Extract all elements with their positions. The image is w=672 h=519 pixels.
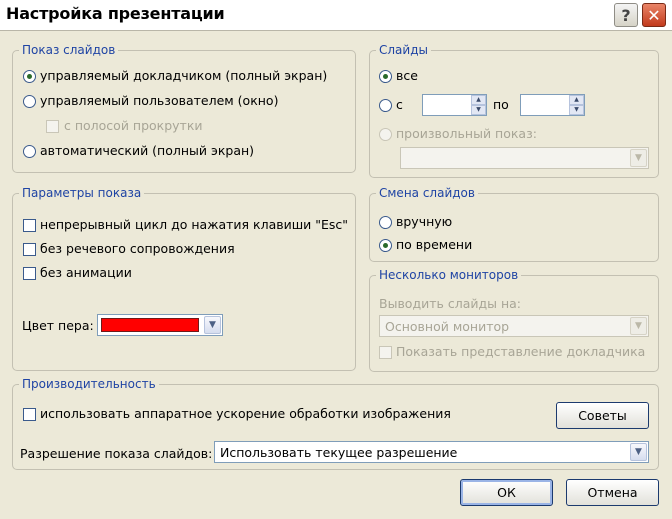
chevron-down-icon: ▼ — [630, 317, 647, 335]
checkbox-scrollbar — [46, 120, 59, 133]
advance-legend: Смена слайдов — [379, 186, 475, 200]
checkbox-loop[interactable] — [23, 219, 36, 232]
close-icon: ✕ — [647, 5, 661, 25]
monitor-select: Основной монитор ▼ — [379, 315, 649, 337]
label-display-on: Выводить слайды на: — [379, 296, 522, 311]
resolution-select[interactable]: Использовать текущее разрешение ▼ — [214, 441, 649, 463]
label-no-narration[interactable]: без речевого сопровождения — [40, 241, 235, 256]
spin-down-icon[interactable]: ▼ — [569, 105, 584, 115]
custom-show-select: ▼ — [400, 147, 649, 169]
checkbox-hw-accel[interactable] — [23, 408, 36, 421]
radio-custom-show — [379, 128, 392, 141]
spin-up-icon[interactable]: ▲ — [471, 95, 486, 105]
radio-presenter[interactable] — [23, 70, 36, 83]
chevron-down-icon: ▼ — [630, 149, 647, 167]
window-title: Настройка презентации — [6, 4, 225, 23]
label-manual[interactable]: вручную — [396, 214, 452, 229]
label-to: по — [493, 97, 509, 112]
resolution-value: Использовать текущее разрешение — [220, 445, 458, 460]
radio-kiosk[interactable] — [23, 145, 36, 158]
radio-individual[interactable] — [23, 95, 36, 108]
radio-slide-range[interactable] — [379, 99, 392, 112]
checkbox-no-narration[interactable] — [23, 243, 36, 256]
show-options-legend: Параметры показа — [22, 186, 142, 200]
checkbox-no-animation[interactable] — [23, 267, 36, 280]
label-scrollbar: с полосой прокрутки — [64, 118, 203, 133]
help-button[interactable]: ? — [614, 3, 638, 27]
label-all-slides[interactable]: все — [396, 68, 418, 83]
tips-button[interactable]: Советы — [556, 402, 649, 429]
help-icon: ? — [621, 5, 631, 25]
label-custom-show: произвольный показ: — [396, 126, 537, 141]
slides-legend: Слайды — [379, 43, 428, 57]
ok-button[interactable]: ОК — [460, 479, 553, 506]
title-bar: Настройка презентации ? ✕ — [0, 0, 672, 31]
pen-color-picker[interactable]: ▼ — [97, 314, 223, 336]
chevron-down-icon[interactable]: ▼ — [204, 316, 221, 334]
chevron-down-icon[interactable]: ▼ — [630, 443, 647, 461]
monitors-legend: Несколько мониторов — [379, 268, 519, 282]
label-kiosk[interactable]: автоматический (полный экран) — [40, 143, 254, 158]
label-resolution: Разрешение показа слайдов: — [20, 446, 213, 461]
radio-all-slides[interactable] — [379, 70, 392, 83]
radio-manual[interactable] — [379, 216, 392, 229]
cancel-button[interactable]: Отмена — [566, 479, 659, 506]
label-no-animation[interactable]: без анимации — [40, 265, 132, 280]
label-from[interactable]: с — [396, 97, 403, 112]
checkbox-presenter-view — [379, 346, 392, 359]
close-button[interactable]: ✕ — [642, 3, 666, 27]
monitor-value: Основной монитор — [385, 319, 510, 334]
label-timings[interactable]: по времени — [396, 237, 472, 252]
label-hw-accel[interactable]: использовать аппаратное ускорение обрабо… — [40, 406, 451, 421]
show-type-legend: Показ слайдов — [22, 43, 116, 57]
label-individual[interactable]: управляемый пользователем (окно) — [40, 93, 278, 108]
from-slide-spinner[interactable]: ▲ ▼ — [422, 94, 487, 116]
label-loop[interactable]: непрерывный цикл до нажатия клавиши "Esc… — [40, 217, 348, 232]
label-pen-color: Цвет пера: — [22, 318, 94, 333]
label-presenter-view: Показать представление докладчика — [396, 344, 646, 359]
performance-legend: Производительность — [22, 377, 156, 391]
radio-timings[interactable] — [379, 239, 392, 252]
pen-color-swatch — [101, 318, 199, 332]
label-presenter[interactable]: управляемый докладчиком (полный экран) — [40, 68, 327, 83]
spin-down-icon[interactable]: ▼ — [471, 105, 486, 115]
spin-up-icon[interactable]: ▲ — [569, 95, 584, 105]
to-slide-spinner[interactable]: ▲ ▼ — [520, 94, 585, 116]
